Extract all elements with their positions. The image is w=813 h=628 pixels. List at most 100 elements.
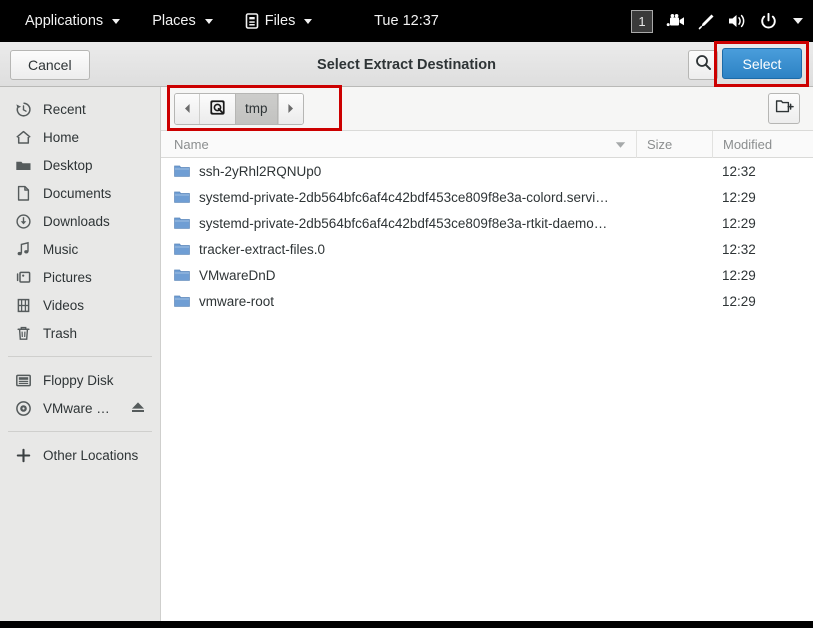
trash-icon (14, 324, 32, 342)
workspace-number: 1 (638, 13, 646, 29)
file-modified: 12:29 (722, 293, 756, 309)
menu-places-label: Places (152, 13, 196, 29)
sidebar-item-label: Documents (43, 185, 112, 201)
search-button[interactable] (688, 50, 718, 80)
pictures-icon (14, 268, 32, 286)
file-name: ssh-2yRhl2RQNUp0 (199, 163, 322, 179)
file-browser: tmp Name Size Modified ssh-2yRhl2RQNUp0 … (161, 87, 813, 621)
menu-files-label: Files (264, 13, 296, 29)
system-menu-caret-icon[interactable] (790, 18, 803, 24)
cancel-button[interactable]: Cancel (10, 50, 90, 80)
sidebar-divider (8, 431, 152, 432)
file-name: systemd-private-2db564bfc6af4c42bdf453ce… (199, 215, 608, 231)
screencast-icon[interactable] (666, 14, 685, 28)
menu-places[interactable]: Places (143, 10, 222, 32)
sidebar-item-pictures[interactable]: Pictures (0, 263, 160, 291)
chevron-down-icon (304, 18, 313, 24)
select-button-label: Select (742, 55, 782, 72)
folder-icon (174, 190, 190, 204)
file-name: systemd-private-2db564bfc6af4c42bdf453ce… (199, 189, 609, 205)
breadcrumb-item-label: tmp (245, 101, 268, 116)
sidebar-item-label: VMware … (43, 400, 110, 416)
folder-icon (174, 242, 190, 256)
column-header-modified[interactable]: Modified (712, 130, 813, 158)
column-header-size-label: Size (647, 136, 673, 152)
sidebar-item-downloads[interactable]: Downloads (0, 207, 160, 235)
table-row[interactable]: ssh-2yRhl2RQNUp0 12:32 (161, 158, 813, 184)
sidebar-item-trash[interactable]: Trash (0, 319, 160, 347)
sidebar-item-recent[interactable]: Recent (0, 95, 160, 123)
sidebar-item-videos[interactable]: Videos (0, 291, 160, 319)
volume-icon[interactable] (728, 13, 747, 29)
sidebar-item-label: Music (43, 241, 79, 257)
dialog-body: Recent Home Desktop Documents Downloads … (0, 87, 813, 621)
path-bar: tmp (161, 87, 813, 131)
dialog-header-bar: Cancel Select Extract Destination (0, 42, 813, 87)
sidebar-item-documents[interactable]: Documents (0, 179, 160, 207)
sidebar-item-label: Trash (43, 325, 78, 341)
column-header-size[interactable]: Size (636, 130, 712, 158)
new-folder-icon (775, 98, 794, 120)
table-row[interactable]: systemd-private-2db564bfc6af4c42bdf453ce… (161, 210, 813, 236)
power-icon[interactable] (760, 12, 777, 30)
search-icon (695, 54, 712, 76)
file-name: VMwareDnD (199, 267, 276, 283)
breadcrumb-root-button[interactable] (200, 93, 235, 124)
chevron-down-icon (112, 18, 121, 24)
menu-files[interactable]: Files (236, 10, 322, 32)
table-row[interactable]: VMwareDnD 12:29 (161, 262, 813, 288)
plus-icon (14, 446, 32, 464)
table-row[interactable]: vmware-root 12:29 (161, 288, 813, 314)
breadcrumb-forward-button[interactable] (277, 93, 303, 124)
sidebar-item-home[interactable]: Home (0, 123, 160, 151)
breadcrumb-item-tmp[interactable]: tmp (235, 93, 278, 124)
chevron-down-icon (204, 18, 213, 24)
sidebar-item-floppy-disk[interactable]: Floppy Disk (0, 366, 160, 394)
video-film-icon (14, 296, 32, 314)
table-row[interactable]: tracker-extract-files.0 12:32 (161, 236, 813, 262)
sidebar-item-label: Desktop (43, 157, 93, 173)
system-tray: 1 (631, 0, 803, 42)
breadcrumb: tmp (174, 92, 304, 125)
optical-disc-icon (14, 399, 32, 417)
cancel-button-label: Cancel (28, 57, 72, 73)
desktop-folder-icon (14, 156, 32, 174)
select-button[interactable]: Select (722, 48, 802, 79)
menu-applications-label: Applications (25, 13, 104, 29)
file-modified: 12:32 (722, 241, 756, 257)
new-folder-button[interactable] (768, 93, 800, 124)
places-sidebar: Recent Home Desktop Documents Downloads … (0, 87, 161, 621)
breadcrumb-back-button[interactable] (175, 93, 200, 124)
table-row[interactable]: systemd-private-2db564bfc6af4c42bdf453ce… (161, 184, 813, 210)
sidebar-item-music[interactable]: Music (0, 235, 160, 263)
screen: Applications Places Files Tue 12:37 1 Ca… (0, 0, 813, 628)
sidebar-item-label: Floppy Disk (43, 372, 114, 388)
sidebar-item-label: Videos (43, 297, 85, 313)
file-list: ssh-2yRhl2RQNUp0 12:32 systemd-private-2… (161, 158, 813, 621)
pen-tool-icon[interactable] (698, 13, 715, 30)
file-list-header: Name Size Modified (161, 130, 813, 158)
music-note-icon (14, 240, 32, 258)
chevron-down-icon (793, 18, 803, 24)
floppy-disk-icon (14, 371, 32, 389)
sidebar-item-label: Home (43, 129, 80, 145)
column-header-name-label: Name (174, 136, 209, 152)
sidebar-item-label: Other Locations (43, 447, 139, 463)
sidebar-item-desktop[interactable]: Desktop (0, 151, 160, 179)
home-icon (14, 128, 32, 146)
sidebar-item-vmware-disc[interactable]: VMware … (0, 394, 160, 422)
file-name: tracker-extract-files.0 (199, 241, 326, 257)
column-header-name[interactable]: Name (161, 137, 636, 152)
column-header-modified-label: Modified (723, 136, 773, 152)
page-title-label: Select Extract Destination (317, 56, 496, 73)
sidebar-divider (8, 356, 152, 357)
file-modified: 12:29 (722, 267, 756, 283)
eject-icon[interactable] (130, 399, 146, 418)
menu-applications[interactable]: Applications (16, 10, 129, 32)
workspace-indicator[interactable]: 1 (631, 9, 653, 33)
sort-descending-icon (615, 137, 626, 152)
sidebar-item-other-locations[interactable]: Other Locations (0, 441, 160, 469)
bottom-edge (0, 621, 813, 628)
sidebar-item-label: Downloads (43, 213, 110, 229)
file-modified: 12:32 (722, 163, 756, 179)
